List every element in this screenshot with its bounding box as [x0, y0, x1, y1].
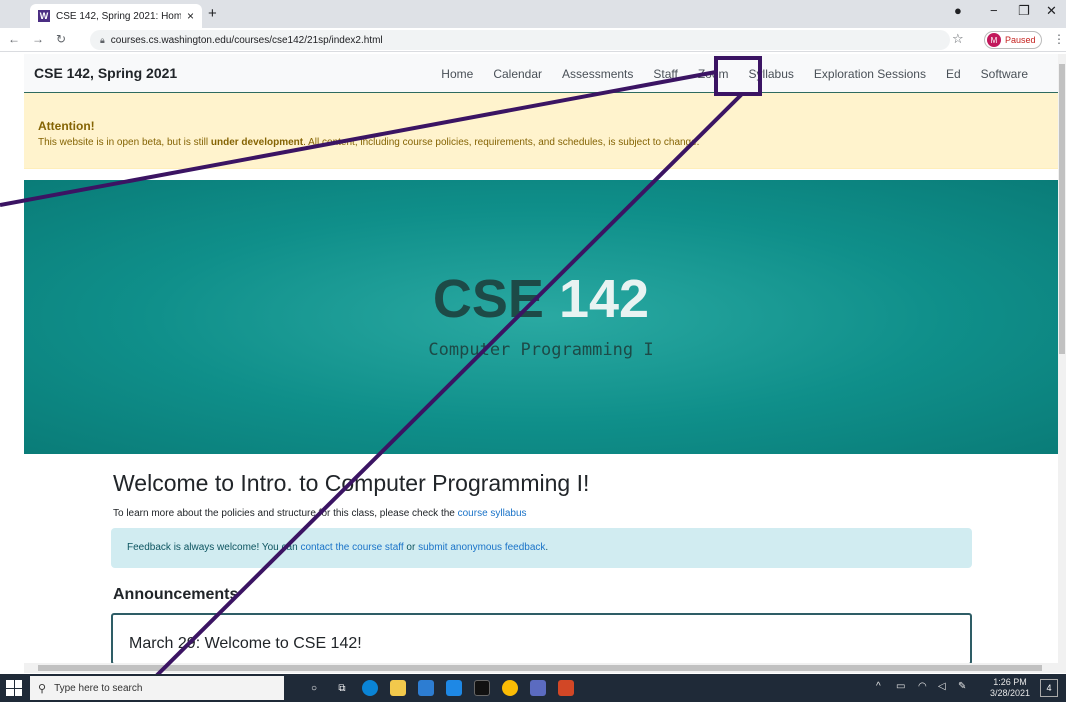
announcements-heading: Announcements [113, 586, 239, 603]
nav-staff[interactable]: Staff [643, 67, 687, 81]
hero-title-number: 142 [543, 269, 650, 329]
profile-avatar: M [987, 33, 1001, 47]
close-window-icon[interactable]: ✕ [1046, 3, 1057, 19]
announcement-title: March 29: Welcome to CSE 142! [129, 635, 362, 652]
browser-menu-icon[interactable]: ⋮ [1053, 32, 1065, 46]
feedback-alert: Feedback is always welcome! You can cont… [111, 528, 972, 568]
task-view-icon[interactable]: ⧉ [334, 680, 350, 696]
profile-status: Paused [1005, 35, 1036, 45]
feedback-period: . [545, 542, 549, 553]
contact-staff-link[interactable]: contact the course staff [300, 542, 403, 553]
bookmark-star-icon[interactable]: ☆ [952, 31, 964, 47]
beta-alert: Attention! This website is in open beta,… [24, 93, 1058, 169]
uw-favicon-icon: W [38, 10, 50, 22]
alert-text-bold: under development [210, 137, 304, 148]
alert-text-end: . All content, including course policies… [303, 137, 700, 148]
nav-links: Home Calendar Assessments Staff Zoom Syl… [431, 54, 1038, 93]
tab-title: CSE 142, Spring 2021: Home [56, 10, 181, 22]
chrome-icon[interactable] [502, 680, 518, 696]
hero-banner: CSE 142 Computer Programming I [24, 180, 1058, 454]
anonymous-feedback-link[interactable]: submit anonymous feedback [418, 542, 545, 553]
url-text: courses.cs.washington.edu/courses/cse142… [110, 34, 383, 46]
app-icon[interactable] [530, 680, 546, 696]
battery-icon[interactable]: ▭ [896, 681, 905, 692]
nav-software[interactable]: Software [971, 67, 1038, 81]
clock-date: 3/28/2021 [990, 688, 1031, 698]
nav-ed[interactable]: Ed [936, 67, 971, 81]
edge-browser-icon[interactable] [362, 680, 378, 696]
taskbar-search-placeholder: Type here to search [54, 682, 143, 694]
course-syllabus-link[interactable]: course syllabus [458, 508, 527, 519]
nav-syllabus[interactable]: Syllabus [739, 67, 804, 81]
lock-icon: 🔒︎ [100, 34, 105, 45]
cortana-icon[interactable]: ○ [306, 680, 322, 696]
pen-icon[interactable]: ✎ [958, 681, 966, 692]
hero-title: CSE 142 [24, 268, 1058, 330]
hero-subtitle: Computer Programming I [428, 340, 654, 360]
vertical-scroll-thumb[interactable] [1059, 64, 1065, 354]
horizontal-scrollbar[interactable] [24, 663, 1058, 673]
hero-title-cse: CSE [432, 269, 544, 329]
intro-paragraph: To learn more about the policies and str… [113, 508, 527, 519]
wifi-icon[interactable]: ◠ [918, 681, 927, 692]
nav-zoom[interactable]: Zoom [688, 67, 739, 81]
taskbar-clock[interactable]: 1:26 PM 3/28/2021 [990, 677, 1030, 699]
intro-text: To learn more about the policies and str… [113, 508, 458, 519]
file-explorer-icon[interactable] [390, 680, 406, 696]
browser-tab[interactable]: W CSE 142, Spring 2021: Home × [30, 4, 202, 28]
nav-assessments[interactable]: Assessments [552, 67, 643, 81]
windows-start-icon[interactable] [6, 680, 22, 696]
tray-chevron-icon[interactable]: ^ [876, 681, 881, 692]
volume-icon[interactable]: ◁ [938, 681, 946, 692]
horizontal-scroll-thumb[interactable] [38, 665, 1042, 671]
alert-text-start: This website is in open beta, but is sti… [38, 137, 211, 148]
vertical-scrollbar[interactable] [1058, 54, 1066, 673]
feedback-text: Feedback is always welcome! You can [127, 542, 301, 553]
nav-calendar[interactable]: Calendar [483, 67, 552, 81]
welcome-heading: Welcome to Intro. to Computer Programmin… [113, 470, 590, 496]
notification-center-icon[interactable]: 4 [1040, 679, 1058, 697]
taskbar-search[interactable]: ⚲ Type here to search [30, 676, 284, 700]
new-tab-button[interactable]: + [208, 5, 217, 22]
mail-icon[interactable] [446, 680, 462, 696]
browser-tab-strip: W CSE 142, Spring 2021: Home × + ● − ❐ ✕ [0, 0, 1066, 28]
announcement-card: March 29: Welcome to CSE 142! [111, 613, 972, 665]
site-brand[interactable]: CSE 142, Spring 2021 [34, 65, 177, 81]
nav-home[interactable]: Home [431, 67, 483, 81]
profile-button[interactable]: M Paused [984, 31, 1042, 49]
address-bar[interactable]: 🔒︎ courses.cs.washington.edu/courses/cse… [90, 30, 950, 50]
chrome-account-icon[interactable]: ● [954, 3, 962, 18]
store-icon[interactable] [418, 680, 434, 696]
minimize-window-icon[interactable]: − [990, 3, 998, 18]
tab-close-icon[interactable]: × [187, 9, 194, 23]
search-icon: ⚲ [38, 682, 47, 695]
nav-exploration-sessions[interactable]: Exploration Sessions [804, 67, 936, 81]
reload-icon[interactable]: ↻ [56, 32, 66, 46]
feedback-or: or [403, 542, 419, 553]
forward-arrow-icon[interactable]: → [32, 32, 44, 46]
alert-title: Attention! [38, 119, 95, 133]
clock-time: 1:26 PM [993, 677, 1027, 687]
browser-toolbar: ← → ↻ 🔒︎ courses.cs.washington.edu/cours… [0, 28, 1066, 52]
alert-text: This website is in open beta, but is sti… [38, 137, 1044, 148]
restore-window-icon[interactable]: ❐ [1018, 3, 1030, 19]
windows-taskbar: ⚲ Type here to search ○ ⧉ ^ ▭ ◠ ◁ ✎ 1:26… [0, 674, 1066, 702]
powerpoint-icon[interactable] [558, 680, 574, 696]
site-navbar: CSE 142, Spring 2021 Home Calendar Asses… [24, 54, 1058, 93]
back-arrow-icon[interactable]: ← [8, 32, 20, 46]
terminal-icon[interactable] [474, 680, 490, 696]
